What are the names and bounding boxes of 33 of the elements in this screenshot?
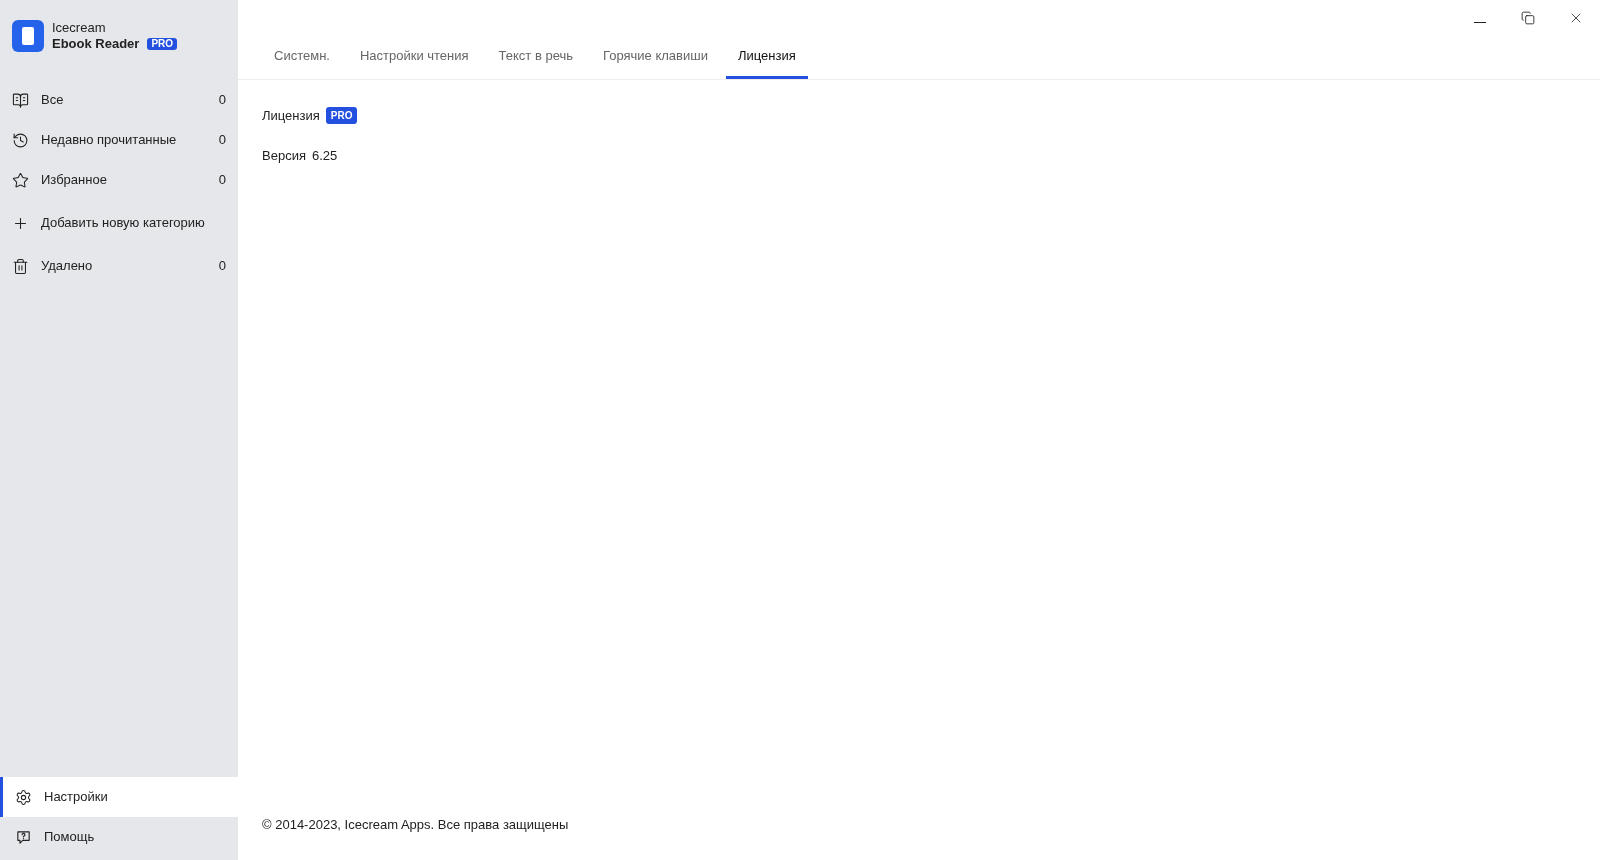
sidebar-item[interactable]: Избранное 0 — [0, 160, 238, 200]
settings-icon — [15, 788, 32, 806]
settings-tab[interactable]: Горячие клавиши — [591, 36, 720, 79]
trash-icon — [12, 257, 29, 275]
pro-badge: PRO — [147, 37, 178, 51]
item-count: 0 — [218, 257, 226, 276]
sidebar-item[interactable]: Добавить новую категорию — [0, 200, 238, 246]
license-label: Лицензия — [262, 107, 320, 125]
settings-tab[interactable]: Системн. — [262, 36, 342, 79]
sidebar-item[interactable]: Все 0 — [0, 80, 238, 120]
app-logo-icon — [12, 20, 44, 52]
restore-icon — [1521, 11, 1535, 25]
item-count: 0 — [218, 91, 226, 110]
sidebar-item[interactable]: Настройки — [0, 777, 238, 817]
item-count: 0 — [218, 131, 226, 150]
settings-tab[interactable]: Текст в речь — [486, 36, 585, 79]
help-icon — [15, 828, 32, 846]
book-icon — [12, 91, 29, 109]
star-icon — [12, 171, 29, 189]
history-icon — [12, 131, 29, 149]
settings-tab[interactable]: Лицензия — [725, 36, 808, 79]
minimize-icon — [1474, 21, 1486, 23]
sidebar-item[interactable]: Помощь — [0, 817, 238, 857]
sidebar-item[interactable]: Удалено 0 — [0, 246, 238, 286]
version-number: 6.25 — [311, 146, 338, 165]
app-name: Icecream — [52, 19, 107, 36]
sidebar-item[interactable]: Недавно прочитанные 0 — [0, 120, 238, 160]
settings-tab[interactable]: Настройки чтения — [347, 36, 481, 79]
copyright-text: © 2014-2023, Icecream Apps. Все права защищены — [262, 816, 569, 832]
item-count: 0 — [218, 171, 226, 190]
pro-badge: PRO — [325, 107, 358, 125]
app-name: Ebook Reader — [52, 36, 140, 53]
version-label: Версия — [262, 146, 306, 165]
